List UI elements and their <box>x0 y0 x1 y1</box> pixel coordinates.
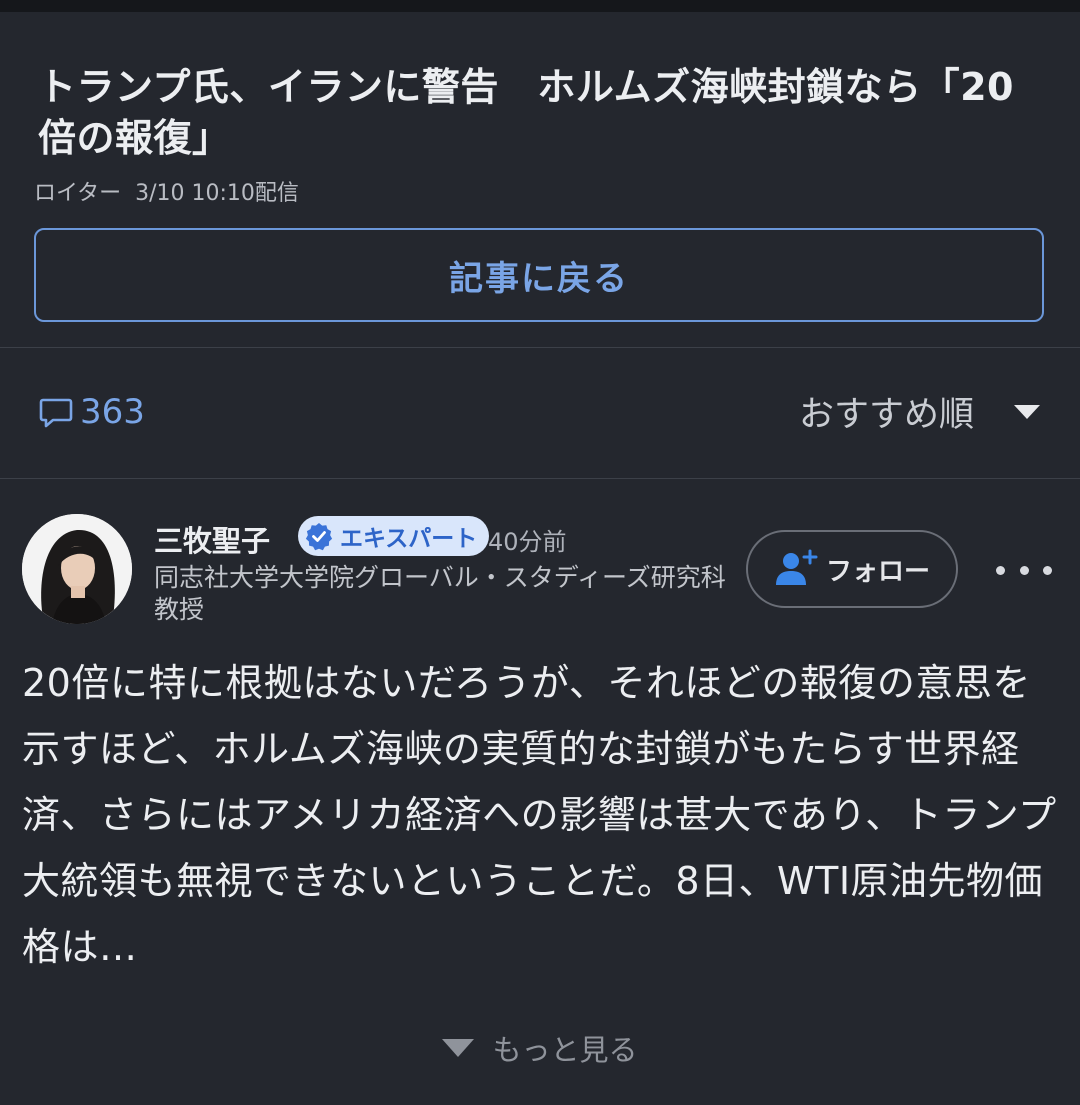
sort-label: おすすめ順 <box>798 395 974 435</box>
person-add-icon <box>775 549 818 585</box>
caret-down-icon <box>1014 404 1040 419</box>
verified-check-icon <box>305 523 333 551</box>
comment-body: 20倍に特に根拠はないだろうが、それほどの報復の意思を示すほど、ホルムズ海峡の実… <box>22 661 1057 969</box>
comment-time: 40分前 <box>488 528 567 556</box>
show-more-button[interactable]: もっと見る <box>0 1028 1080 1068</box>
avatar[interactable] <box>22 514 132 624</box>
author-affiliation: 同志社大学大学院グローバル・スタディーズ研究科教授 <box>154 563 726 624</box>
comment-count: 363 <box>80 392 145 432</box>
comments-toolbar: 363 おすすめ順 <box>0 348 1080 478</box>
comment-bubble-icon <box>39 398 73 428</box>
author-name[interactable]: 三牧聖子 <box>154 518 270 560</box>
article-published: 3/10 10:10配信 <box>135 181 299 206</box>
article-headline: トランプ氏、イランに警告 ホルムズ海峡封鎖なら「20倍の報復」 <box>38 65 1014 160</box>
back-to-article-button[interactable]: 記事に戻る <box>34 228 1044 322</box>
status-strip <box>0 0 1080 12</box>
author-portrait-image <box>22 514 132 624</box>
article-source: ロイター <box>34 181 122 206</box>
expert-badge: エキスパート <box>298 516 490 556</box>
comment-count-link[interactable]: 363 <box>38 392 145 432</box>
triangle-down-icon <box>442 1039 475 1057</box>
article-header: トランプ氏、イランに警告 ホルムズ海峡封鎖なら「20倍の報復」 ロイター 3/10… <box>0 12 1080 346</box>
show-more-label: もっと見る <box>492 1033 638 1067</box>
follow-button[interactable]: フォロー <box>746 530 958 608</box>
more-horizontal-icon[interactable] <box>996 558 1052 582</box>
follow-label: フォロー <box>825 556 930 587</box>
expert-comment: 三牧聖子 エキスパート 40分前 同志社大学大学院グローバル・スタディーズ研究科… <box>0 480 1080 1105</box>
sort-dropdown[interactable]: おすすめ順 <box>799 386 1040 437</box>
badge-label: エキスパート <box>340 526 478 552</box>
article-meta: ロイター 3/10 10:10配信 <box>34 175 313 207</box>
divider <box>0 478 1080 479</box>
